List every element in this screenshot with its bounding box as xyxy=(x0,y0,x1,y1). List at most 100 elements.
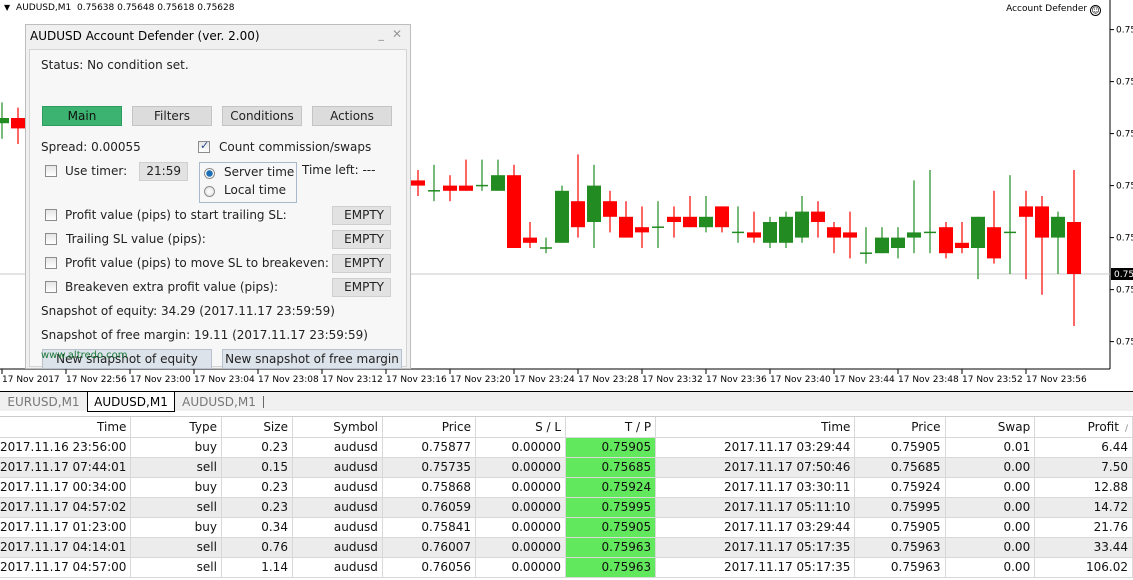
cell-open-price: 0.76059 xyxy=(382,497,476,518)
table-row[interactable]: 2017.11.17 04:57:02 sell 0.23 audusd 0.76059… xyxy=(0,497,1133,518)
cell-open-time: 2017.11.17 01:23:00 xyxy=(0,517,132,538)
candle-body xyxy=(827,227,841,238)
candle-body xyxy=(699,216,713,228)
cell-type: sell xyxy=(130,537,222,558)
candle-body xyxy=(491,175,505,191)
tab-filters[interactable]: Filters xyxy=(132,106,212,126)
col-type[interactable]: Type xyxy=(130,417,222,438)
col-open-time[interactable]: Time xyxy=(0,417,132,438)
col-close-time[interactable]: Time xyxy=(655,417,856,438)
tab-main[interactable]: Main xyxy=(42,106,122,126)
cell-type: buy xyxy=(130,437,222,458)
use-timer-checkbox[interactable] xyxy=(45,165,57,177)
table-row[interactable]: 2017.11.17 01:23:00 buy 0.34 audusd 0.75841 0… xyxy=(0,517,1133,538)
snapshot-margin-text: Snapshot of free margin: 19.11 (2017.11.… xyxy=(41,328,368,342)
candle-body xyxy=(443,185,457,191)
time-tick-label: 17 Nov 23:16 xyxy=(386,375,447,385)
cell-close-time: 2017.11.17 03:30:11 xyxy=(655,477,856,498)
cell-profit: 106.02 xyxy=(1034,557,1133,578)
col-symbol[interactable]: Symbol xyxy=(292,417,383,438)
cell-close-time: 2017.11.17 05:11:10 xyxy=(655,497,856,518)
candle-body xyxy=(907,232,921,238)
tab-actions[interactable]: Actions xyxy=(312,106,392,126)
cell-symbol: audusd xyxy=(292,497,383,518)
cell-close-price: 0.75995 xyxy=(854,497,946,518)
trailing-start-checkbox[interactable] xyxy=(45,209,57,221)
candle-body xyxy=(891,237,905,248)
trailing-sl-input[interactable]: EMPTY xyxy=(332,230,391,249)
breakeven-move-checkbox[interactable] xyxy=(45,257,57,269)
spread-text: Spread: 0.00055 xyxy=(41,140,141,154)
ea-name: Account Defender xyxy=(1006,4,1088,14)
time-tick-label: 17 Nov 23:48 xyxy=(898,375,959,385)
account-defender-panel: AUDUSD Account Defender (ver. 2.00) _ ✕ … xyxy=(25,24,411,369)
cell-type: buy xyxy=(130,477,222,498)
col-close-price[interactable]: Price xyxy=(854,417,946,438)
cell-swap: 0.00 xyxy=(945,557,1036,578)
col-tp[interactable]: T / P xyxy=(565,417,657,438)
cell-profit: 6.44 xyxy=(1034,437,1133,458)
table-row[interactable]: 2017.11.17 04:57:00 sell 1.14 audusd 0.76056… xyxy=(0,557,1133,578)
new-margin-snapshot-button[interactable]: New snapshot of free margin xyxy=(222,349,402,369)
col-sl[interactable]: S / L xyxy=(475,417,567,438)
chart-tab-audusd[interactable]: AUDUSD,M1 xyxy=(175,392,263,412)
local-time-radio[interactable] xyxy=(204,186,215,197)
local-time-label: Local time xyxy=(224,183,287,197)
price-tick-label: 0.75 xyxy=(1116,78,1133,88)
chart-tab-audusd-active[interactable]: AUDUSD,M1 xyxy=(87,392,175,412)
tab-separator xyxy=(263,396,264,408)
cell-close-price: 0.75924 xyxy=(854,477,946,498)
price-tick-label: 0.75 xyxy=(1116,130,1133,140)
snapshot-equity-text: Snapshot of equity: 34.29 (2017.11.17 23… xyxy=(41,304,335,318)
cell-tp: 0.75924 xyxy=(565,477,657,498)
trailing-sl-label: Trailing SL value (pips): xyxy=(66,232,206,246)
chart-tab-eurusd[interactable]: EURUSD,M1 xyxy=(0,392,87,412)
candle-body xyxy=(811,211,825,222)
tab-conditions[interactable]: Conditions xyxy=(222,106,302,126)
candle-body xyxy=(571,201,585,228)
timer-input[interactable]: 21:59 xyxy=(139,162,188,181)
cell-sl: 0.00000 xyxy=(475,497,567,518)
count-commission-checkbox[interactable] xyxy=(198,139,210,153)
cell-sl: 0.00000 xyxy=(475,517,567,538)
price-chart[interactable]: 0.75 0.75 0.75 0.75 0.75 0.75 0.75 0.75 17 Nov 2… xyxy=(0,0,1133,391)
server-time-radio[interactable] xyxy=(204,168,215,179)
trailing-start-input[interactable]: EMPTY xyxy=(332,206,391,225)
candle-body xyxy=(523,237,537,243)
cell-size: 0.23 xyxy=(221,477,293,498)
price-tick-label: 0.75 xyxy=(1116,26,1133,36)
minimize-icon[interactable]: _ xyxy=(379,28,385,41)
breakeven-move-input[interactable]: EMPTY xyxy=(332,254,391,273)
cell-open-time: 2017.11.17 04:57:00 xyxy=(0,557,132,578)
table-header-row: Time Type Size Symbol Price S / L T / P … xyxy=(0,417,1133,438)
candle-body xyxy=(1051,216,1065,238)
website-link[interactable]: www.altredo.com xyxy=(41,350,128,361)
candle-body xyxy=(875,237,889,254)
time-tick-label: 17 Nov 23:32 xyxy=(642,375,703,385)
col-profit[interactable]: Profit / xyxy=(1034,417,1133,438)
col-size[interactable]: Size xyxy=(221,417,293,438)
col-open-price[interactable]: Price xyxy=(382,417,476,438)
candle-body xyxy=(667,216,681,222)
candle-body xyxy=(715,206,729,228)
close-icon[interactable]: ✕ xyxy=(392,27,402,41)
table-row[interactable]: 2017.11.17 07:44:01 sell 0.15 audusd 0.75735… xyxy=(0,457,1133,478)
cell-open-time: 2017.11.17 07:44:01 xyxy=(0,457,132,478)
breakeven-extra-input[interactable]: EMPTY xyxy=(332,278,391,297)
candle-body xyxy=(763,222,777,243)
col-swap[interactable]: Swap xyxy=(945,417,1036,438)
cell-symbol: audusd xyxy=(292,537,383,558)
sort-indicator-icon: / xyxy=(1124,423,1128,434)
cell-close-price: 0.75905 xyxy=(854,517,946,538)
trailing-sl-checkbox[interactable] xyxy=(45,233,57,245)
collapse-triangle-icon[interactable]: ▼ xyxy=(4,3,10,12)
breakeven-extra-checkbox[interactable] xyxy=(45,281,57,293)
table-row[interactable]: 2017.11.16 23:56:00 buy 0.23 audusd 0.75877 0… xyxy=(0,437,1133,458)
chart-tabs-bar: EURUSD,M1 AUDUSD,M1 AUDUSD,M1 xyxy=(0,391,1133,412)
cell-tp: 0.75963 xyxy=(565,537,657,558)
cell-symbol: audusd xyxy=(292,477,383,498)
table-row[interactable]: 2017.11.17 00:34:00 buy 0.23 audusd 0.75868 0… xyxy=(0,477,1133,498)
table-row[interactable]: 2017.11.17 04:14:01 sell 0.76 audusd 0.76007… xyxy=(0,537,1133,558)
cell-size: 0.23 xyxy=(221,497,293,518)
cell-open-price: 0.75877 xyxy=(382,437,476,458)
